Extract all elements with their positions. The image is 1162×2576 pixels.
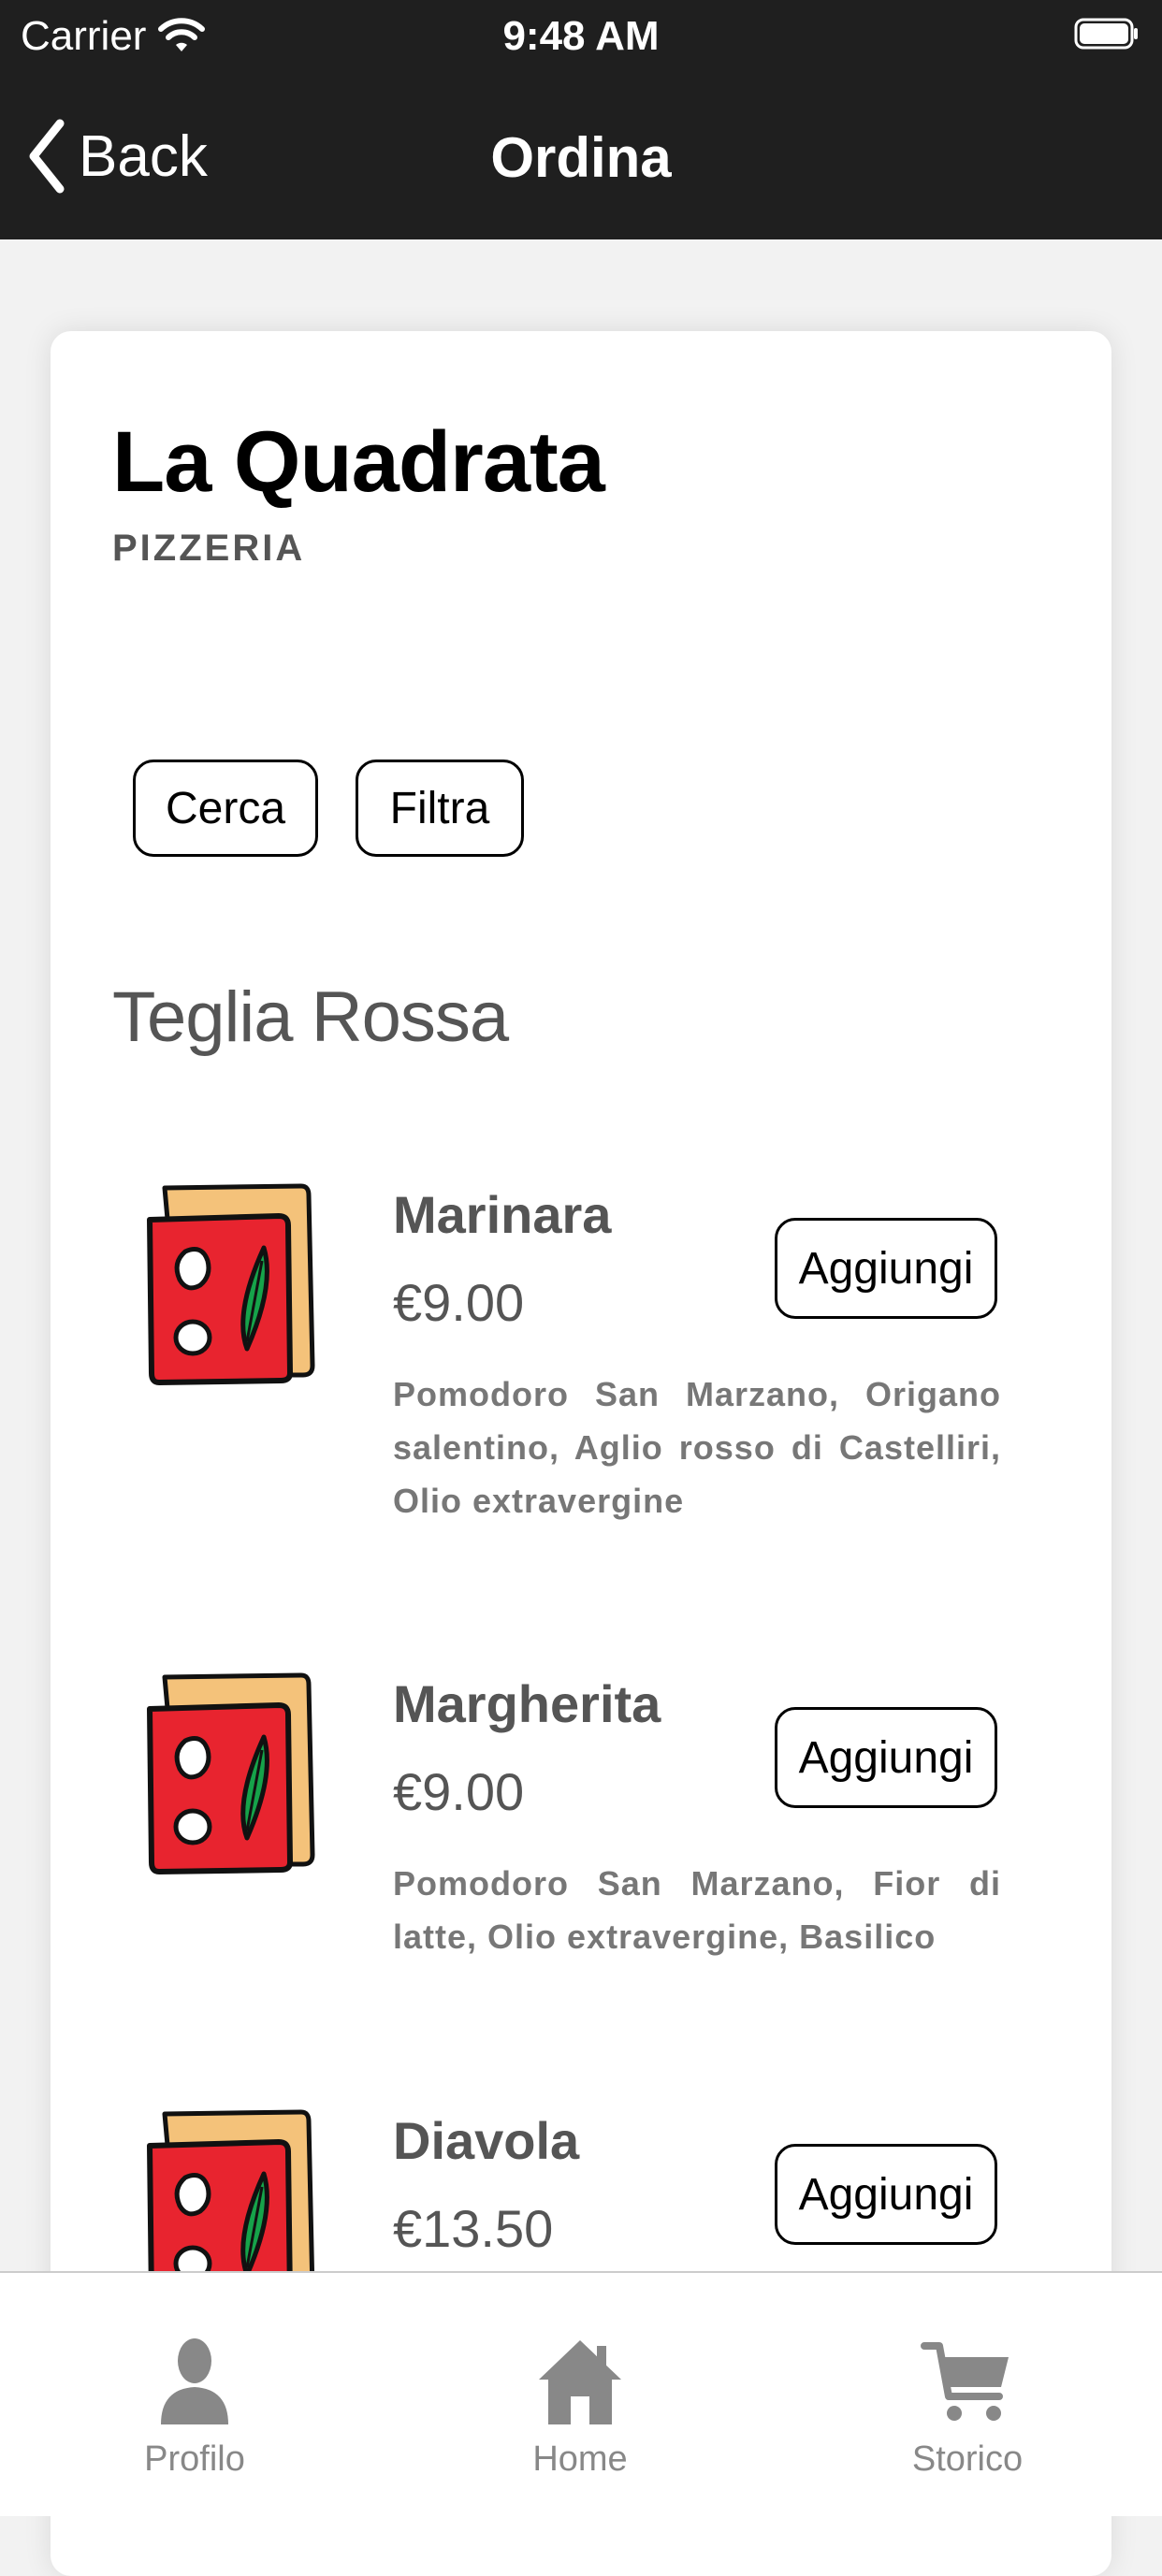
item-description: Pomodoro San Marzano, Fior di latte, Oli… [393, 1864, 1001, 1956]
tab-label: Home [532, 2439, 628, 2479]
item-name: Marinara [393, 1185, 612, 1244]
add-button[interactable]: Aggiungi [775, 1707, 997, 1808]
tab-storico[interactable]: Storico [855, 2273, 1080, 2479]
item-name: Diavola [393, 2111, 580, 2170]
restaurant-type: PIZZERIA [112, 528, 306, 569]
cart-icon [921, 2342, 1009, 2421]
search-button[interactable]: Cerca [133, 760, 318, 857]
header: Carrier 9:48 AM Back Ordina [0, 0, 1162, 239]
pizza-icon [147, 1672, 315, 1874]
filter-button[interactable]: Filtra [356, 760, 524, 857]
battery-icon [1074, 18, 1138, 50]
pizza-icon [147, 1183, 315, 1385]
home-icon [539, 2340, 621, 2424]
add-button[interactable]: Aggiungi [775, 1218, 997, 1319]
restaurant-name: La Quadrata [112, 414, 605, 510]
tab-bar: Profilo Home Storico [0, 2271, 1162, 2516]
page-title: Ordina [490, 126, 672, 189]
menu-card: La Quadrata PIZZERIA Cerca Filtra Teglia… [51, 331, 1111, 2576]
tab-profilo[interactable]: Profilo [82, 2273, 307, 2479]
tab-label: Profilo [144, 2439, 245, 2479]
navigation-bar: Back Ordina [0, 77, 1162, 239]
item-price: €13.50 [393, 2199, 554, 2258]
section-title: Teglia Rossa [112, 977, 509, 1057]
item-price: €9.00 [393, 1762, 525, 1821]
status-bar: Carrier 9:48 AM [0, 0, 1162, 77]
item-price: €9.00 [393, 1273, 525, 1332]
person-icon [161, 2338, 228, 2424]
status-time: 9:48 AM [502, 13, 660, 59]
tab-label: Storico [911, 2439, 1024, 2479]
tab-home[interactable]: Home [468, 2273, 692, 2479]
item-description: Pomodoro San Marzano, Origano salentino,… [393, 1375, 1001, 1520]
add-button[interactable]: Aggiungi [775, 2144, 997, 2245]
item-name: Margherita [393, 1674, 661, 1733]
